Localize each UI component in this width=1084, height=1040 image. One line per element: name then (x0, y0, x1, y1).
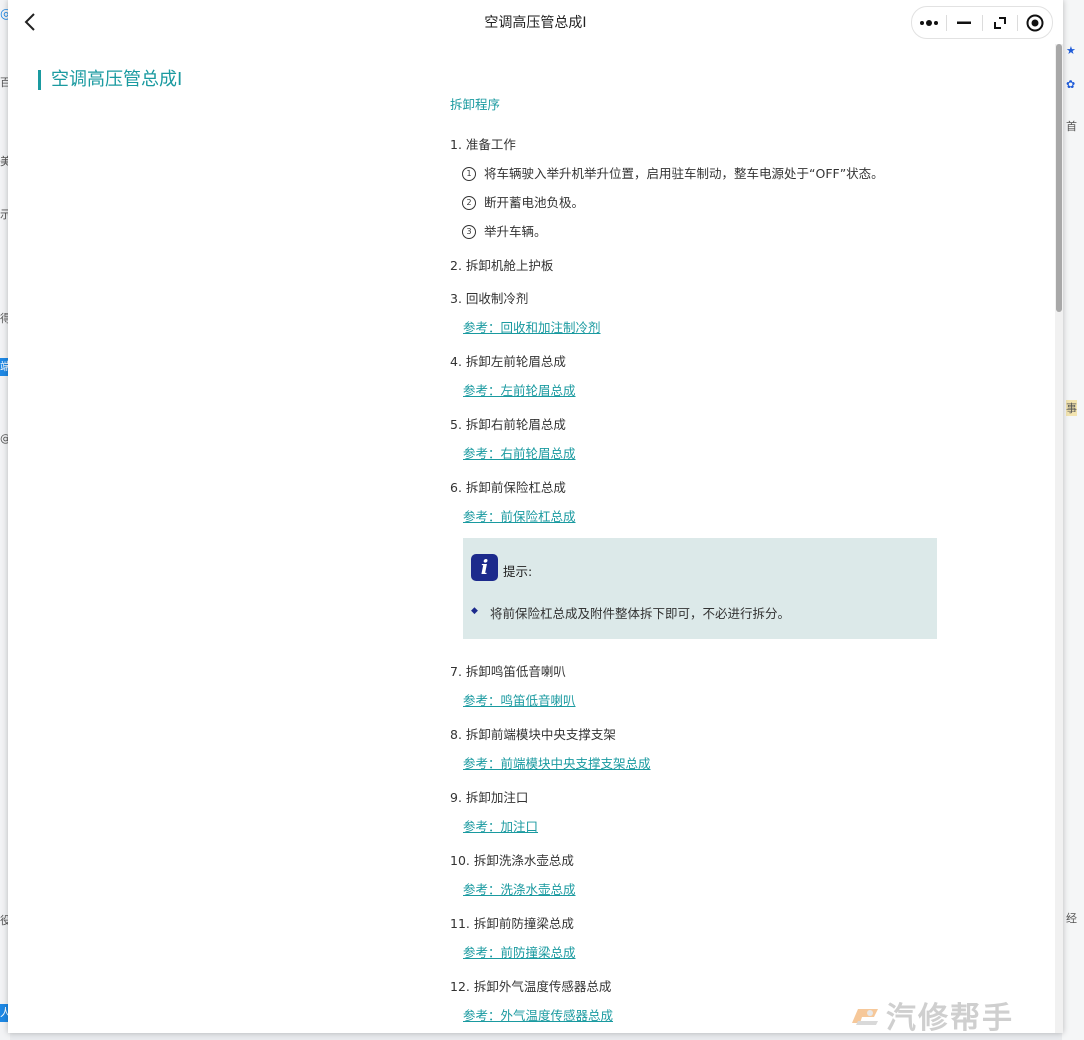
reference-link[interactable]: 参考：回收和加注制冷剂 (463, 319, 601, 337)
substep-number: 3 (462, 225, 476, 239)
title-bar: 空调高压管总成Ⅰ (8, 0, 1063, 44)
step-label: 回收制冷剂 (465, 291, 529, 306)
step-number: 7. (450, 664, 462, 679)
note-box: i 提示: ◆ 将前保险杠总成及附件整体拆下即可，不必进行拆分。 (463, 538, 937, 639)
step-number: 4. (450, 354, 462, 369)
step-number: 9. (450, 790, 462, 805)
target-close-icon (1026, 14, 1044, 31)
window-title: 空调高压管总成Ⅰ (484, 15, 587, 31)
restore-button[interactable] (983, 7, 1017, 38)
info-i-icon: i (471, 554, 498, 581)
step-label: 拆卸前保险杠总成 (465, 480, 566, 495)
step-label: 拆卸前端模块中央支撑支架 (465, 727, 616, 742)
reference-link[interactable]: 参考：前保险杠总成 (463, 508, 576, 526)
step-item: 9. 拆卸加注口 (450, 789, 950, 807)
reference-link[interactable]: 参考：前防撞梁总成 (463, 944, 576, 962)
note-text: 将前保险杠总成及附件整体拆下即可，不必进行拆分。 (490, 606, 791, 621)
background-window-right: ★ ✿ 首 事 经 (1062, 0, 1084, 1040)
background-fragment: 经 (1066, 912, 1077, 925)
step-number: 10. (450, 853, 470, 868)
minimize-button[interactable] (947, 7, 981, 38)
mini-program-window: 空调高压管总成Ⅰ 空调高压管总成Ⅰ 拆卸程序 1. 准备工作 1 将车辆驶入举升… (8, 0, 1063, 1033)
note-label: 提示: (503, 564, 533, 579)
reference-link[interactable]: 参考：鸣笛低音喇叭 (463, 692, 576, 710)
step-number: 5. (450, 417, 462, 432)
page-heading: 空调高压管总成Ⅰ (38, 70, 182, 90)
step-number: 11. (450, 916, 470, 931)
step-label: 准备工作 (465, 137, 516, 152)
more-button[interactable] (912, 7, 946, 38)
background-fragment: 事 (1066, 400, 1077, 416)
vertical-scrollbar[interactable] (1055, 44, 1063, 1033)
substep-text: 将车辆驶入举升机举升位置，启用驻车制动，整车电源处于“OFF”状态。 (484, 166, 884, 181)
close-button[interactable] (1018, 7, 1052, 38)
watermark: 汽修帮手 (848, 997, 1084, 1036)
step-item: 5. 拆卸右前轮眉总成 (450, 416, 950, 434)
step-number: 8. (450, 727, 462, 742)
procedure-content: 拆卸程序 1. 准备工作 1 将车辆驶入举升机举升位置，启用驻车制动，整车电源处… (450, 96, 950, 1025)
background-fragment: 首 (1066, 120, 1077, 133)
substep-item: 1 将车辆驶入举升机举升位置，启用驻车制动，整车电源处于“OFF”状态。 (462, 165, 950, 183)
step-label: 拆卸右前轮眉总成 (465, 417, 566, 432)
step-label: 拆卸加注口 (465, 790, 529, 805)
step-label: 拆卸机舱上护板 (465, 258, 554, 273)
diamond-bullet-icon: ◆ (471, 606, 478, 616)
step-label: 拆卸外气温度传感器总成 (473, 979, 612, 994)
step-label: 拆卸鸣笛低音喇叭 (465, 664, 566, 679)
reference-link[interactable]: 参考：洗涤水壶总成 (463, 881, 576, 899)
reference-link[interactable]: 参考：加注口 (463, 818, 538, 836)
step-item: 2. 拆卸机舱上护板 (450, 257, 950, 275)
step-item: 8. 拆卸前端模块中央支撑支架 (450, 726, 950, 744)
step-number: 2. (450, 258, 462, 273)
section-title: 拆卸程序 (450, 97, 501, 112)
capsule-menu (911, 6, 1053, 39)
step-item: 6. 拆卸前保险杠总成 (450, 479, 950, 497)
reference-link[interactable]: 参考：左前轮眉总成 (463, 382, 576, 400)
step-item: 12. 拆卸外气温度传感器总成 (450, 978, 950, 996)
step-item: 1. 准备工作 (450, 136, 950, 154)
substep-item: 2 断开蓄电池负极。 (462, 194, 950, 212)
step-item: 3. 回收制冷剂 (450, 290, 950, 308)
substep-text: 断开蓄电池负极。 (484, 195, 585, 210)
more-dots-icon (920, 19, 939, 26)
reference-link[interactable]: 参考：前端模块中央支撑支架总成 (463, 755, 651, 773)
step-label: 拆卸前防撞梁总成 (473, 916, 574, 931)
step-number: 1. (450, 137, 462, 152)
minimize-icon (957, 21, 972, 24)
substep-number: 1 (462, 167, 476, 181)
step-number: 6. (450, 480, 462, 495)
background-fragment: ✿ (1066, 78, 1076, 91)
step-number: 12. (450, 979, 470, 994)
step-number: 3. (450, 291, 462, 306)
substep-item: 3 举升车辆。 (462, 223, 950, 241)
reference-link[interactable]: 参考：外气温度传感器总成 (463, 1007, 613, 1025)
scrollbar-thumb[interactable] (1056, 44, 1062, 312)
step-item: 10. 拆卸洗涤水壶总成 (450, 852, 950, 870)
step-item: 11. 拆卸前防撞梁总成 (450, 915, 950, 933)
restore-icon (993, 16, 1006, 29)
step-item: 7. 拆卸鸣笛低音喇叭 (450, 663, 950, 681)
reference-link[interactable]: 参考：右前轮眉总成 (463, 445, 576, 463)
background-fragment: ★ (1066, 44, 1076, 57)
step-label: 拆卸洗涤水壶总成 (473, 853, 574, 868)
substep-number: 2 (462, 196, 476, 210)
step-label: 拆卸左前轮眉总成 (465, 354, 566, 369)
watermark-text: 汽修帮手 (886, 1001, 1014, 1036)
watermark-logo-icon (848, 1001, 882, 1029)
step-item: 4. 拆卸左前轮眉总成 (450, 353, 950, 371)
substep-text: 举升车辆。 (484, 224, 547, 239)
